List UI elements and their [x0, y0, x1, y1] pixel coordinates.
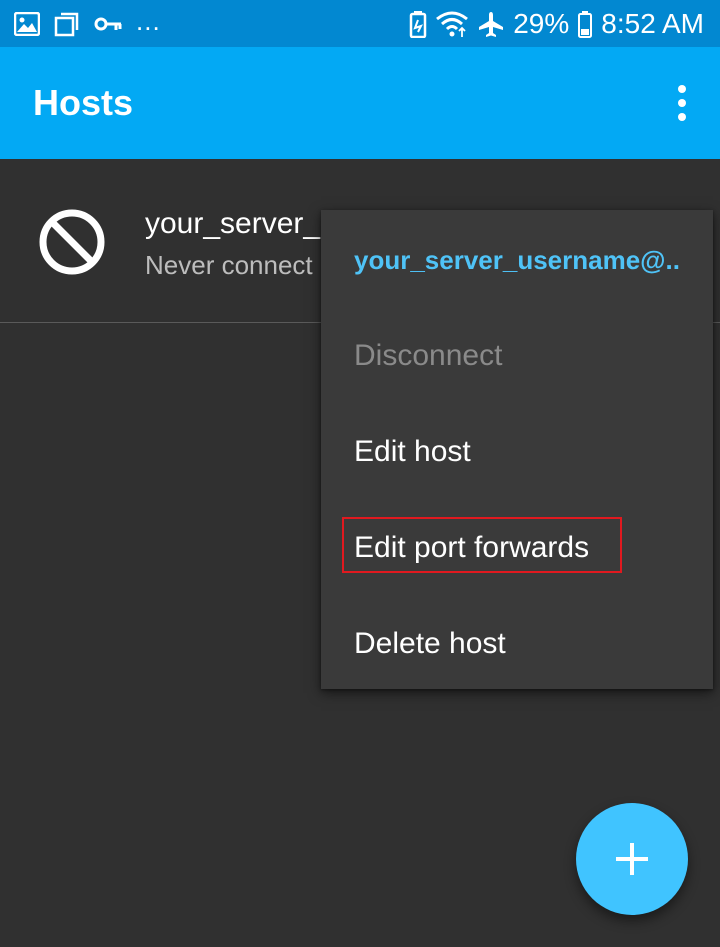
battery-saver-icon: [409, 10, 427, 38]
wifi-icon: [436, 11, 469, 37]
page-title: Hosts: [33, 82, 134, 123]
status-bar-notifications: ...: [14, 0, 161, 47]
overflow-dot: [678, 113, 686, 121]
overflow-menu-icon[interactable]: [670, 85, 694, 121]
host-status: Never connect: [145, 250, 313, 280]
menu-item-delete-host[interactable]: Delete host: [321, 596, 713, 692]
status-bar: ... 29% 8:52 AM: [0, 0, 720, 47]
airplane-mode-icon: [479, 11, 504, 37]
menu-header: your_server_username@..: [354, 245, 680, 275]
disconnected-icon: [39, 209, 105, 275]
more-notifications-indicator: ...: [136, 6, 161, 36]
app-bar: Hosts: [0, 47, 720, 159]
add-host-button[interactable]: [576, 803, 688, 915]
highlight-box: [342, 517, 622, 573]
vpn-key-icon: [94, 17, 122, 30]
battery-percent: 29%: [513, 7, 570, 39]
battery-icon: [578, 10, 593, 38]
status-bar-system: 29% 8:52 AM: [409, 0, 704, 47]
gallery-icon: [14, 11, 40, 36]
host-context-menu: your_server_username@.. Disconnect Edit …: [321, 210, 713, 689]
recent-apps-icon: [54, 12, 79, 36]
overflow-dot: [678, 85, 686, 93]
menu-item-disconnect: Disconnect: [354, 339, 503, 372]
host-name: your_server_: [145, 207, 321, 240]
clock: 8:52 AM: [601, 7, 704, 39]
add-icon: [616, 843, 648, 875]
overflow-dot: [678, 99, 686, 107]
menu-item-edit-host[interactable]: Edit host: [321, 404, 713, 500]
